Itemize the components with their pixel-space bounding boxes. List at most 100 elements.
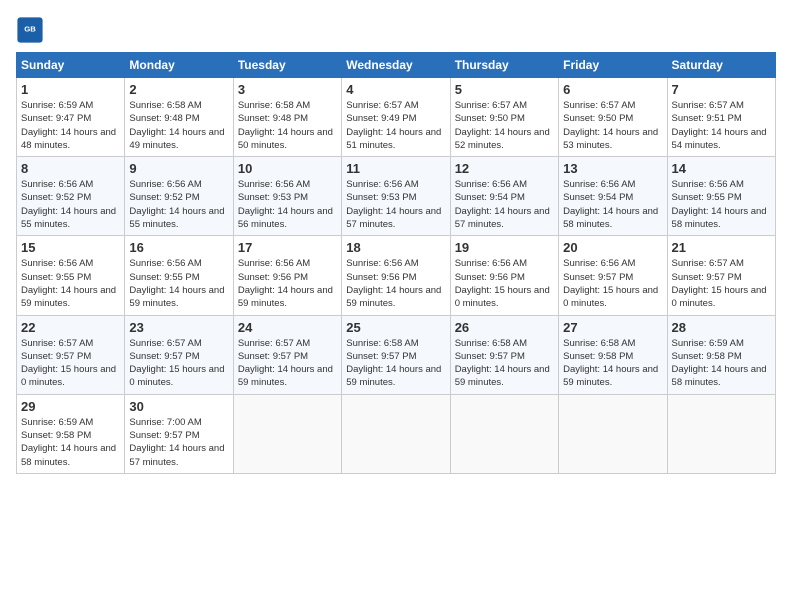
calendar-cell: 30 Sunrise: 7:00 AMSunset: 9:57 PMDayligh… (125, 394, 233, 473)
day-info: Sunrise: 6:58 AMSunset: 9:57 PMDaylight:… (346, 337, 445, 390)
calendar-cell: 20 Sunrise: 6:56 AMSunset: 9:57 PMDayligh… (559, 236, 667, 315)
day-info: Sunrise: 6:57 AMSunset: 9:57 PMDaylight:… (238, 337, 337, 390)
day-number: 17 (238, 240, 337, 255)
calendar-cell: 6 Sunrise: 6:57 AMSunset: 9:50 PMDaylight… (559, 78, 667, 157)
calendar-cell: 29 Sunrise: 6:59 AMSunset: 9:58 PMDayligh… (17, 394, 125, 473)
day-info: Sunrise: 6:56 AMSunset: 9:56 PMDaylight:… (238, 257, 337, 310)
day-number: 3 (238, 82, 337, 97)
calendar-cell: 27 Sunrise: 6:58 AMSunset: 9:58 PMDayligh… (559, 315, 667, 394)
day-number: 11 (346, 161, 445, 176)
calendar-cell: 5Sunrise: 6:57 AMSunset: 9:50 PMDaylight… (450, 78, 558, 157)
day-info: Sunrise: 6:59 AMSunset: 9:58 PMDaylight:… (672, 337, 771, 390)
calendar-cell: 17 Sunrise: 6:56 AMSunset: 9:56 PMDayligh… (233, 236, 341, 315)
day-number: 21 (672, 240, 771, 255)
day-number: 24 (238, 320, 337, 335)
calendar-cell: 2 Sunrise: 6:58 AMSunset: 9:48 PMDaylight… (125, 78, 233, 157)
day-info: Sunrise: 6:57 AMSunset: 9:50 PMDaylight:… (563, 99, 662, 152)
calendar-cell (667, 394, 775, 473)
calendar-cell (342, 394, 450, 473)
day-info: Sunrise: 6:57 AMSunset: 9:57 PMDaylight:… (672, 257, 771, 310)
week-row-5: 29 Sunrise: 6:59 AMSunset: 9:58 PMDayligh… (17, 394, 776, 473)
day-info: Sunrise: 7:00 AMSunset: 9:57 PMDaylight:… (129, 416, 228, 469)
day-info: Sunrise: 6:57 AMSunset: 9:57 PMDaylight:… (21, 337, 120, 390)
day-number: 16 (129, 240, 228, 255)
day-number: 26 (455, 320, 554, 335)
day-info: Sunrise: 6:57 AMSunset: 9:49 PMDaylight:… (346, 99, 445, 152)
day-info: Sunrise: 6:58 AMSunset: 9:48 PMDaylight:… (129, 99, 228, 152)
calendar-cell: 8 Sunrise: 6:56 AMSunset: 9:52 PMDaylight… (17, 157, 125, 236)
calendar-cell: 13 Sunrise: 6:56 AMSunset: 9:54 PMDayligh… (559, 157, 667, 236)
col-header-saturday: Saturday (667, 53, 775, 78)
calendar-cell: 7Sunrise: 6:57 AMSunset: 9:51 PMDaylight… (667, 78, 775, 157)
day-info: Sunrise: 6:56 AMSunset: 9:53 PMDaylight:… (346, 178, 445, 231)
col-header-thursday: Thursday (450, 53, 558, 78)
day-number: 6 (563, 82, 662, 97)
day-number: 20 (563, 240, 662, 255)
week-row-4: 22 Sunrise: 6:57 AMSunset: 9:57 PMDayligh… (17, 315, 776, 394)
calendar-cell: 23Sunrise: 6:57 AMSunset: 9:57 PMDayligh… (125, 315, 233, 394)
calendar-cell: 21 Sunrise: 6:57 AMSunset: 9:57 PMDayligh… (667, 236, 775, 315)
day-number: 5 (455, 82, 554, 97)
col-header-tuesday: Tuesday (233, 53, 341, 78)
day-number: 22 (21, 320, 120, 335)
day-number: 29 (21, 399, 120, 414)
calendar-cell (450, 394, 558, 473)
calendar-cell: 10 Sunrise: 6:56 AMSunset: 9:53 PMDayligh… (233, 157, 341, 236)
calendar-cell: 16 Sunrise: 6:56 AMSunset: 9:55 PMDayligh… (125, 236, 233, 315)
col-header-monday: Monday (125, 53, 233, 78)
day-number: 30 (129, 399, 228, 414)
day-info: Sunrise: 6:56 AMSunset: 9:57 PMDaylight:… (563, 257, 662, 310)
week-row-3: 15Sunrise: 6:56 AMSunset: 9:55 PMDayligh… (17, 236, 776, 315)
svg-text:GB: GB (24, 24, 36, 33)
calendar-cell: 28 Sunrise: 6:59 AMSunset: 9:58 PMDayligh… (667, 315, 775, 394)
day-number: 2 (129, 82, 228, 97)
day-number: 8 (21, 161, 120, 176)
day-info: Sunrise: 6:56 AMSunset: 9:52 PMDaylight:… (21, 178, 120, 231)
col-header-sunday: Sunday (17, 53, 125, 78)
day-number: 28 (672, 320, 771, 335)
day-number: 9 (129, 161, 228, 176)
col-header-friday: Friday (559, 53, 667, 78)
day-info: Sunrise: 6:56 AMSunset: 9:52 PMDaylight:… (129, 178, 228, 231)
day-number: 13 (563, 161, 662, 176)
week-row-2: 8 Sunrise: 6:56 AMSunset: 9:52 PMDaylight… (17, 157, 776, 236)
day-info: Sunrise: 6:58 AMSunset: 9:58 PMDaylight:… (563, 337, 662, 390)
calendar-cell: 1 Sunrise: 6:59 AMSunset: 9:47 PMDaylight… (17, 78, 125, 157)
calendar-body: 1 Sunrise: 6:59 AMSunset: 9:47 PMDaylight… (17, 78, 776, 474)
calendar-cell (233, 394, 341, 473)
day-info: Sunrise: 6:59 AMSunset: 9:47 PMDaylight:… (21, 99, 120, 152)
calendar-cell: 22 Sunrise: 6:57 AMSunset: 9:57 PMDayligh… (17, 315, 125, 394)
day-number: 12 (455, 161, 554, 176)
calendar-cell: 9 Sunrise: 6:56 AMSunset: 9:52 PMDaylight… (125, 157, 233, 236)
day-number: 14 (672, 161, 771, 176)
column-headers-row: SundayMondayTuesdayWednesdayThursdayFrid… (17, 53, 776, 78)
day-info: Sunrise: 6:56 AMSunset: 9:53 PMDaylight:… (238, 178, 337, 231)
day-number: 27 (563, 320, 662, 335)
day-info: Sunrise: 6:58 AMSunset: 9:57 PMDaylight:… (455, 337, 554, 390)
day-info: Sunrise: 6:57 AMSunset: 9:57 PMDaylight:… (129, 337, 228, 390)
calendar-cell (559, 394, 667, 473)
calendar-cell: 11 Sunrise: 6:56 AMSunset: 9:53 PMDayligh… (342, 157, 450, 236)
calendar-cell: 25Sunrise: 6:58 AMSunset: 9:57 PMDayligh… (342, 315, 450, 394)
calendar-cell: 26 Sunrise: 6:58 AMSunset: 9:57 PMDayligh… (450, 315, 558, 394)
day-number: 10 (238, 161, 337, 176)
day-info: Sunrise: 6:58 AMSunset: 9:48 PMDaylight:… (238, 99, 337, 152)
page-header: GB (16, 16, 776, 44)
calendar-table: SundayMondayTuesdayWednesdayThursdayFrid… (16, 52, 776, 474)
day-info: Sunrise: 6:56 AMSunset: 9:54 PMDaylight:… (563, 178, 662, 231)
calendar-cell: 15Sunrise: 6:56 AMSunset: 9:55 PMDayligh… (17, 236, 125, 315)
calendar-cell: 18Sunrise: 6:56 AMSunset: 9:56 PMDayligh… (342, 236, 450, 315)
day-number: 7 (672, 82, 771, 97)
logo: GB (16, 16, 46, 44)
col-header-wednesday: Wednesday (342, 53, 450, 78)
day-info: Sunrise: 6:56 AMSunset: 9:56 PMDaylight:… (346, 257, 445, 310)
day-info: Sunrise: 6:59 AMSunset: 9:58 PMDaylight:… (21, 416, 120, 469)
day-info: Sunrise: 6:56 AMSunset: 9:55 PMDaylight:… (129, 257, 228, 310)
logo-icon: GB (16, 16, 44, 44)
day-info: Sunrise: 6:56 AMSunset: 9:54 PMDaylight:… (455, 178, 554, 231)
day-number: 19 (455, 240, 554, 255)
day-info: Sunrise: 6:56 AMSunset: 9:55 PMDaylight:… (21, 257, 120, 310)
calendar-cell: 4 Sunrise: 6:57 AMSunset: 9:49 PMDaylight… (342, 78, 450, 157)
day-number: 4 (346, 82, 445, 97)
day-number: 1 (21, 82, 120, 97)
